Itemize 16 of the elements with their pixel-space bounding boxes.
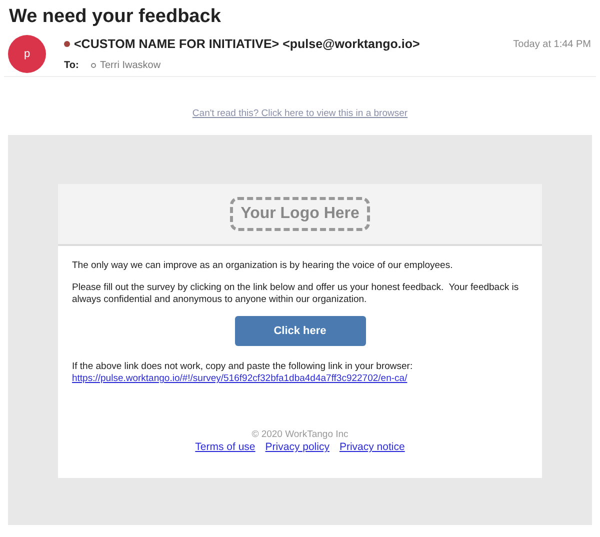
footer-link[interactable]: Terms of use [195, 441, 256, 453]
footer-link[interactable]: Privacy notice [339, 441, 405, 453]
logo-text: Your Logo Here [240, 205, 360, 222]
body-paragraph: Please fill out the survey by clicking on the link below and offer us your honest feedback. Your feedback is always confidential and anonymous to anyone within our organization. [72, 282, 520, 306]
sender-name: <CUSTOM NAME FOR INITIATIVE> <pulse@worktango.io> [74, 36, 420, 53]
footer-link[interactable]: Privacy policy [265, 441, 330, 453]
fallback-instructions: If the above link does not work, copy and paste the following link in your browser: [72, 361, 414, 373]
survey-link[interactable]: https://pulse.worktango.io/#!/survey/516f92cf32bfa1dba4d4a7ff3c922702/en-ca/ [72, 373, 528, 385]
copyright-text: © 2020 WorkTango Inc [250, 429, 350, 441]
body-paragraph: The only way we can improve as an organization is by hearing the voice of our employees. [72, 260, 454, 272]
to-label: To: [64, 58, 80, 73]
sender-avatar: p [8, 35, 46, 73]
email-time: Today at 1:44 PM [513, 38, 591, 52]
email-subject: We need your feedback [9, 5, 222, 29]
recipient-name[interactable]: Terri Iwaskow [100, 58, 161, 73]
click-here-button[interactable]: Click here [234, 316, 366, 346]
